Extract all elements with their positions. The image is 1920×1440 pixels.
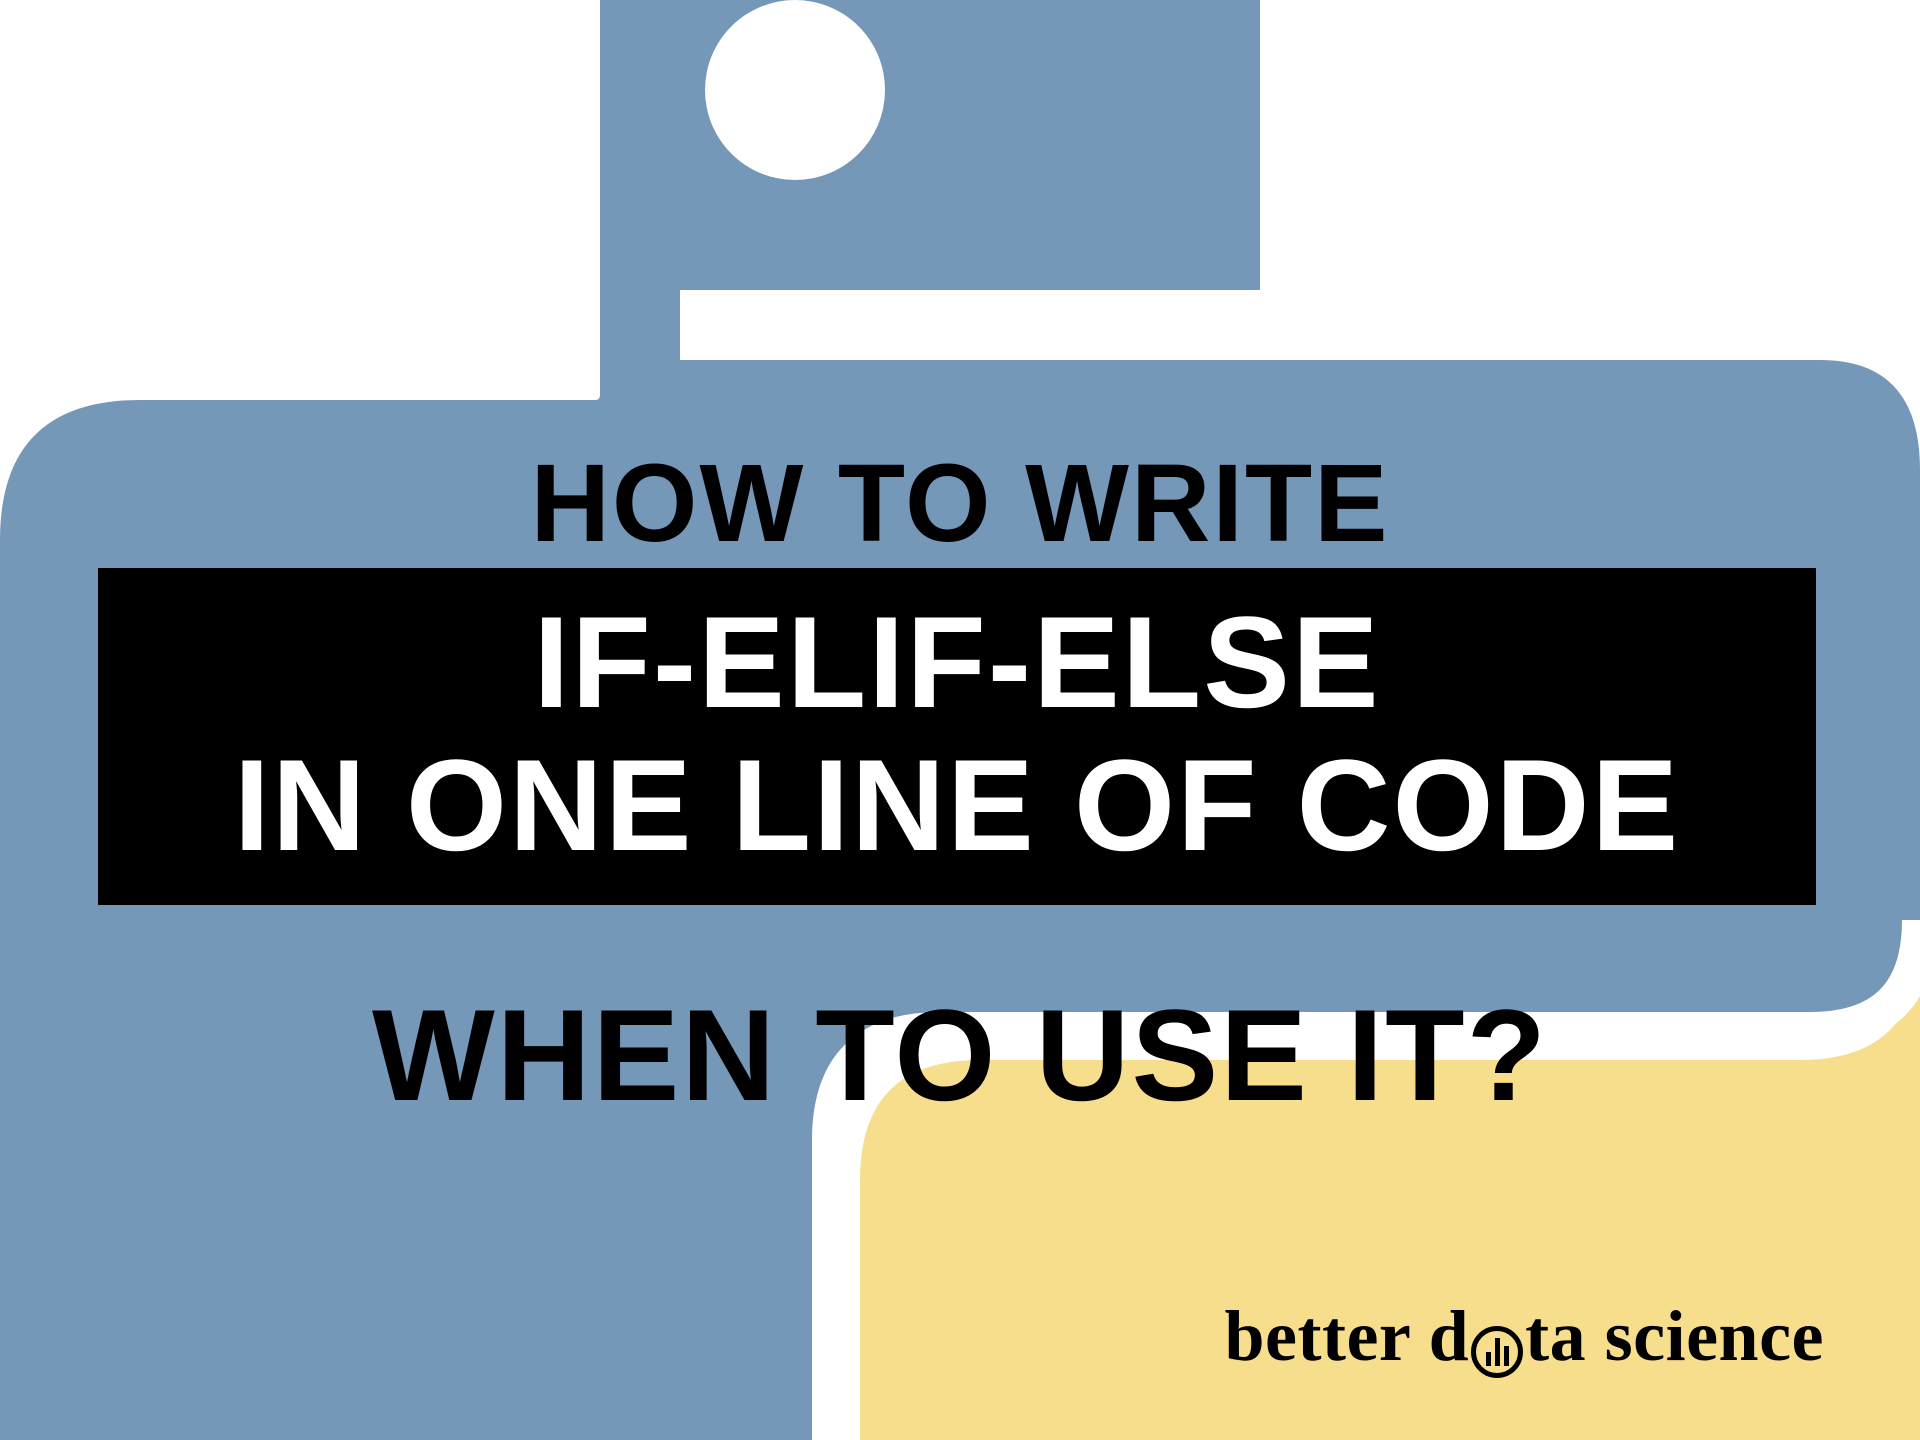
headline-line-4: WHEN TO USE IT? xyxy=(0,980,1920,1130)
headline-highlight-box: IF-ELIF-ELSE IN ONE LINE OF CODE xyxy=(98,568,1816,905)
bar-chart-icon xyxy=(1471,1326,1523,1378)
brand-suffix: ta science xyxy=(1525,1295,1824,1378)
brand-prefix: better d xyxy=(1225,1295,1470,1378)
headline-highlight-line-1: IF-ELIF-ELSE xyxy=(118,594,1796,731)
text-overlay: HOW TO WRITE IF-ELIF-ELSE IN ONE LINE OF… xyxy=(0,0,1920,1440)
brand-wordmark: better d ta science xyxy=(1225,1295,1824,1378)
headline-line-1: HOW TO WRITE xyxy=(0,440,1920,567)
headline-highlight-line-2: IN ONE LINE OF CODE xyxy=(118,737,1796,874)
thumbnail-graphic: HOW TO WRITE IF-ELIF-ELSE IN ONE LINE OF… xyxy=(0,0,1920,1440)
